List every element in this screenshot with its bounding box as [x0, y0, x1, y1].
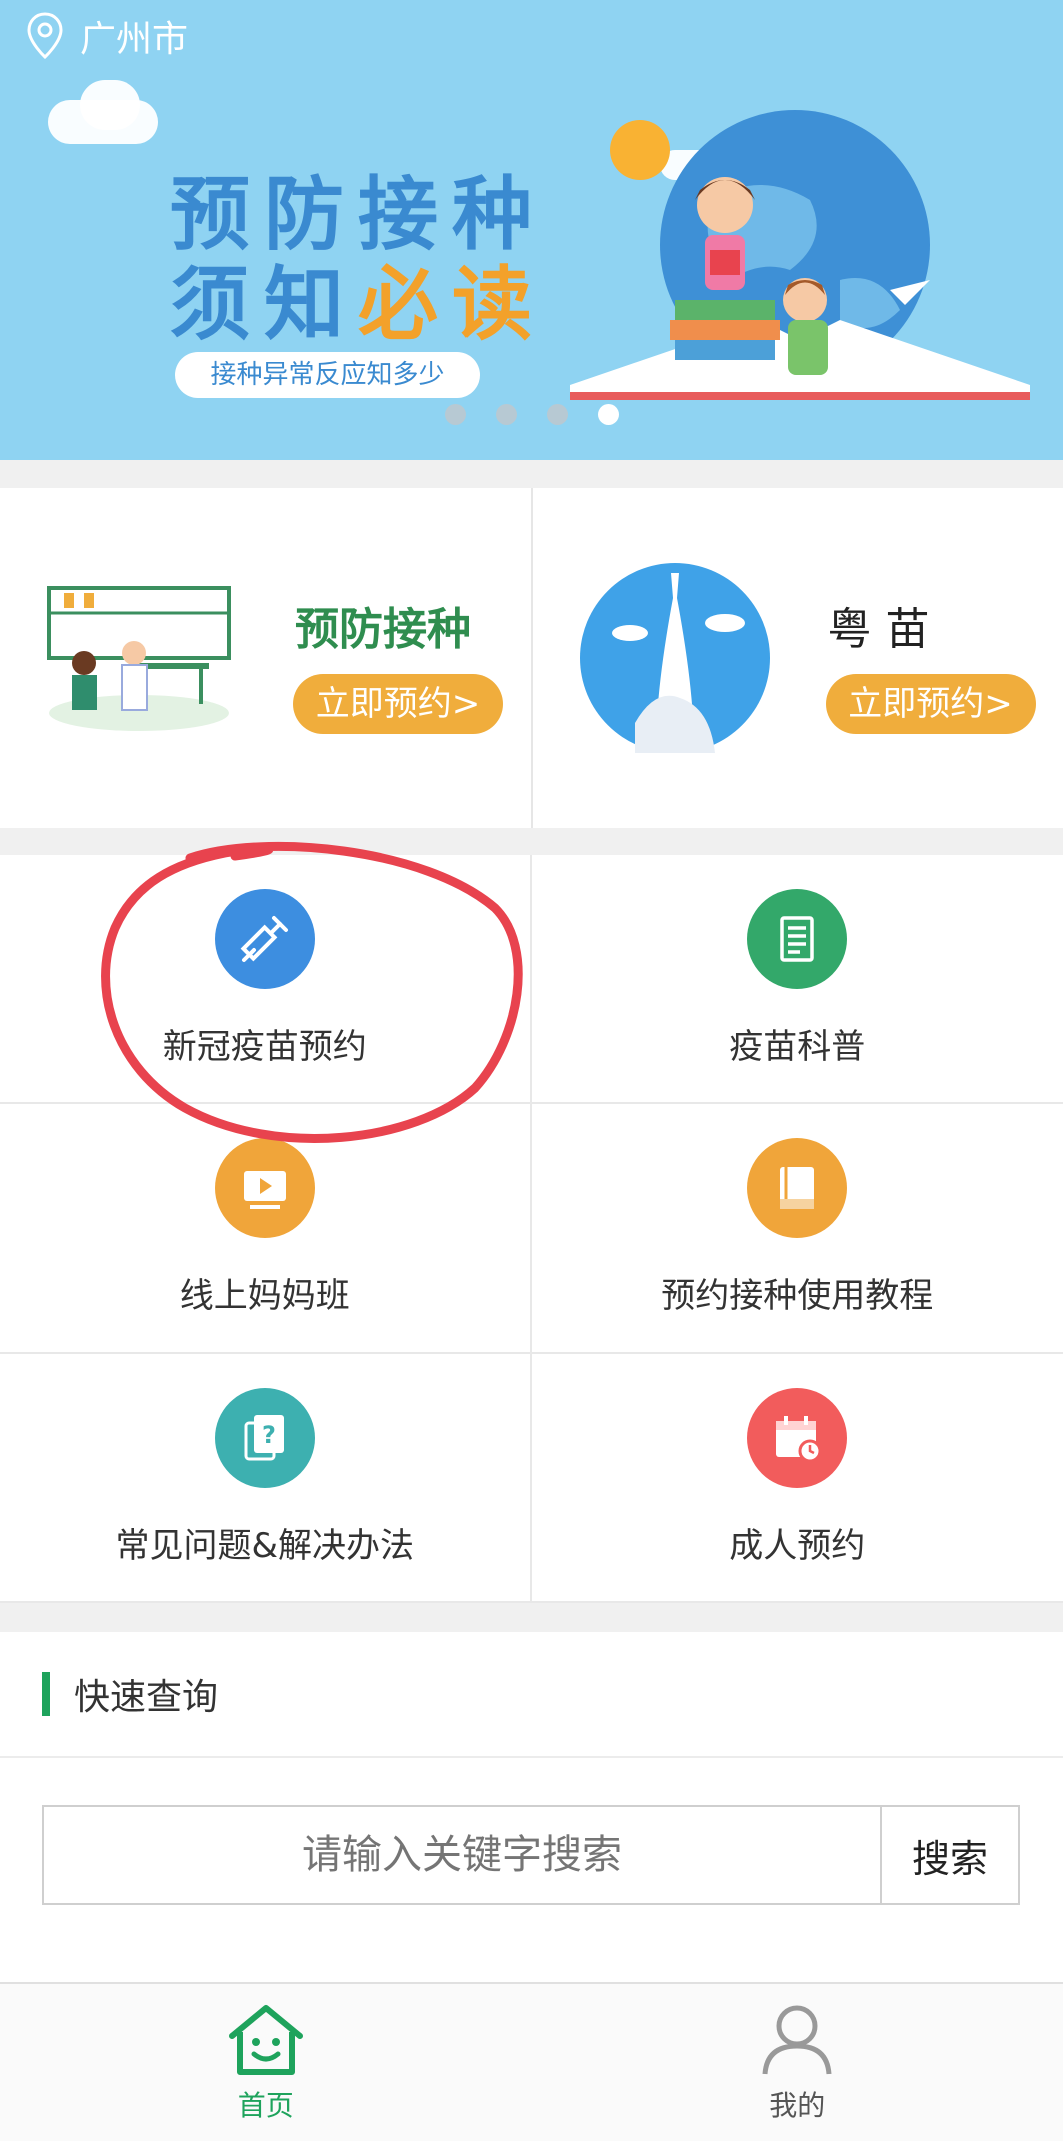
- pagination-dot[interactable]: [547, 404, 568, 425]
- pagination-dot-active[interactable]: [598, 404, 619, 425]
- calendar-icon: [747, 1387, 848, 1488]
- section-marker: [42, 1672, 50, 1716]
- quick-search-section: 快速查询 搜索: [0, 1632, 1063, 1982]
- card-prevent-vaccination[interactable]: 预防接种 立即预约>: [0, 488, 531, 828]
- search-input[interactable]: [42, 1805, 880, 1905]
- feature-cards: 预防接种 立即预约> 粤 苗 立即预约>: [0, 488, 1063, 828]
- grid-item-online-mom-class[interactable]: 线上妈妈班: [0, 1104, 532, 1354]
- card-title: 预防接种: [295, 604, 471, 655]
- card-title: 粤 苗: [827, 604, 930, 655]
- user-icon: [762, 2005, 832, 2074]
- book-icon: [747, 1138, 848, 1239]
- pagination-dot[interactable]: [445, 404, 466, 425]
- question-icon: ?: [214, 1387, 315, 1488]
- search-bar: 搜索: [42, 1805, 1020, 1905]
- book-now-button[interactable]: 立即预约>: [825, 674, 1036, 734]
- section-header: 快速查询: [0, 1632, 1063, 1758]
- grid-item-faq[interactable]: ? 常见问题&解决办法: [0, 1353, 532, 1603]
- city-name: 广州市: [80, 19, 189, 60]
- app-screen: 广州市 预防接种 须知必读 接种异常反应知多少 预防接种 立即预约> 粤 苗 立…: [0, 0, 1063, 2141]
- banner-title-highlight: 必读: [358, 258, 546, 351]
- canton-tower-logo: [579, 563, 770, 753]
- tab-label: 首页: [237, 2088, 294, 2122]
- clinic-illustration: [47, 586, 231, 731]
- grid-item-label: 成人预约: [729, 1525, 866, 1566]
- tab-home[interactable]: 首页: [0, 1984, 532, 2141]
- function-grid: 新冠疫苗预约 疫苗科普 线上妈妈班 预约接种使用教程 ? 常见问题&解决办法 成…: [0, 855, 1063, 1603]
- tab-profile[interactable]: 我的: [532, 1984, 1063, 2141]
- banner-title-line2: 须知必读: [170, 240, 546, 356]
- grid-item-adult-booking[interactable]: 成人预约: [531, 1354, 1063, 1603]
- grid-item-covid-booking[interactable]: 新冠疫苗预约: [0, 855, 532, 1105]
- video-icon: [214, 1138, 315, 1239]
- banner-pagination: [445, 404, 619, 425]
- banner-illustration: [570, 110, 1030, 400]
- bottom-tab-bar: 首页 我的: [0, 1982, 1063, 2141]
- svg-text:?: ?: [262, 1421, 276, 1449]
- section-title: 快速查询: [74, 1677, 219, 1718]
- location-selector[interactable]: 广州市: [26, 10, 188, 62]
- location-pin-icon: [27, 12, 63, 60]
- grid-item-tutorial[interactable]: 预约接种使用教程: [531, 1104, 1063, 1354]
- grid-item-label: 疫苗科普: [729, 1027, 866, 1068]
- grid-item-label: 常见问题&解决办法: [115, 1525, 414, 1566]
- book-now-button[interactable]: 立即预约>: [293, 674, 503, 734]
- banner-title-part-a: 须知: [170, 258, 358, 351]
- card-yue-vaccine[interactable]: 粤 苗 立即预约>: [530, 488, 1063, 828]
- grid-item-label: 新冠疫苗预约: [162, 1027, 367, 1068]
- promo-banner[interactable]: 广州市 预防接种 须知必读 接种异常反应知多少: [0, 0, 1063, 460]
- home-icon: [228, 2004, 303, 2075]
- search-button[interactable]: 搜索: [880, 1805, 1020, 1905]
- grid-item-vaccine-knowledge[interactable]: 疫苗科普: [531, 855, 1063, 1105]
- grid-item-label: 预约接种使用教程: [661, 1276, 934, 1317]
- grid-item-label: 线上妈妈班: [179, 1276, 350, 1317]
- tab-label: 我的: [769, 2088, 826, 2122]
- pagination-dot[interactable]: [496, 404, 517, 425]
- document-icon: [747, 889, 848, 990]
- syringe-icon: [214, 889, 315, 990]
- banner-subtitle: 接种异常反应知多少: [175, 352, 480, 398]
